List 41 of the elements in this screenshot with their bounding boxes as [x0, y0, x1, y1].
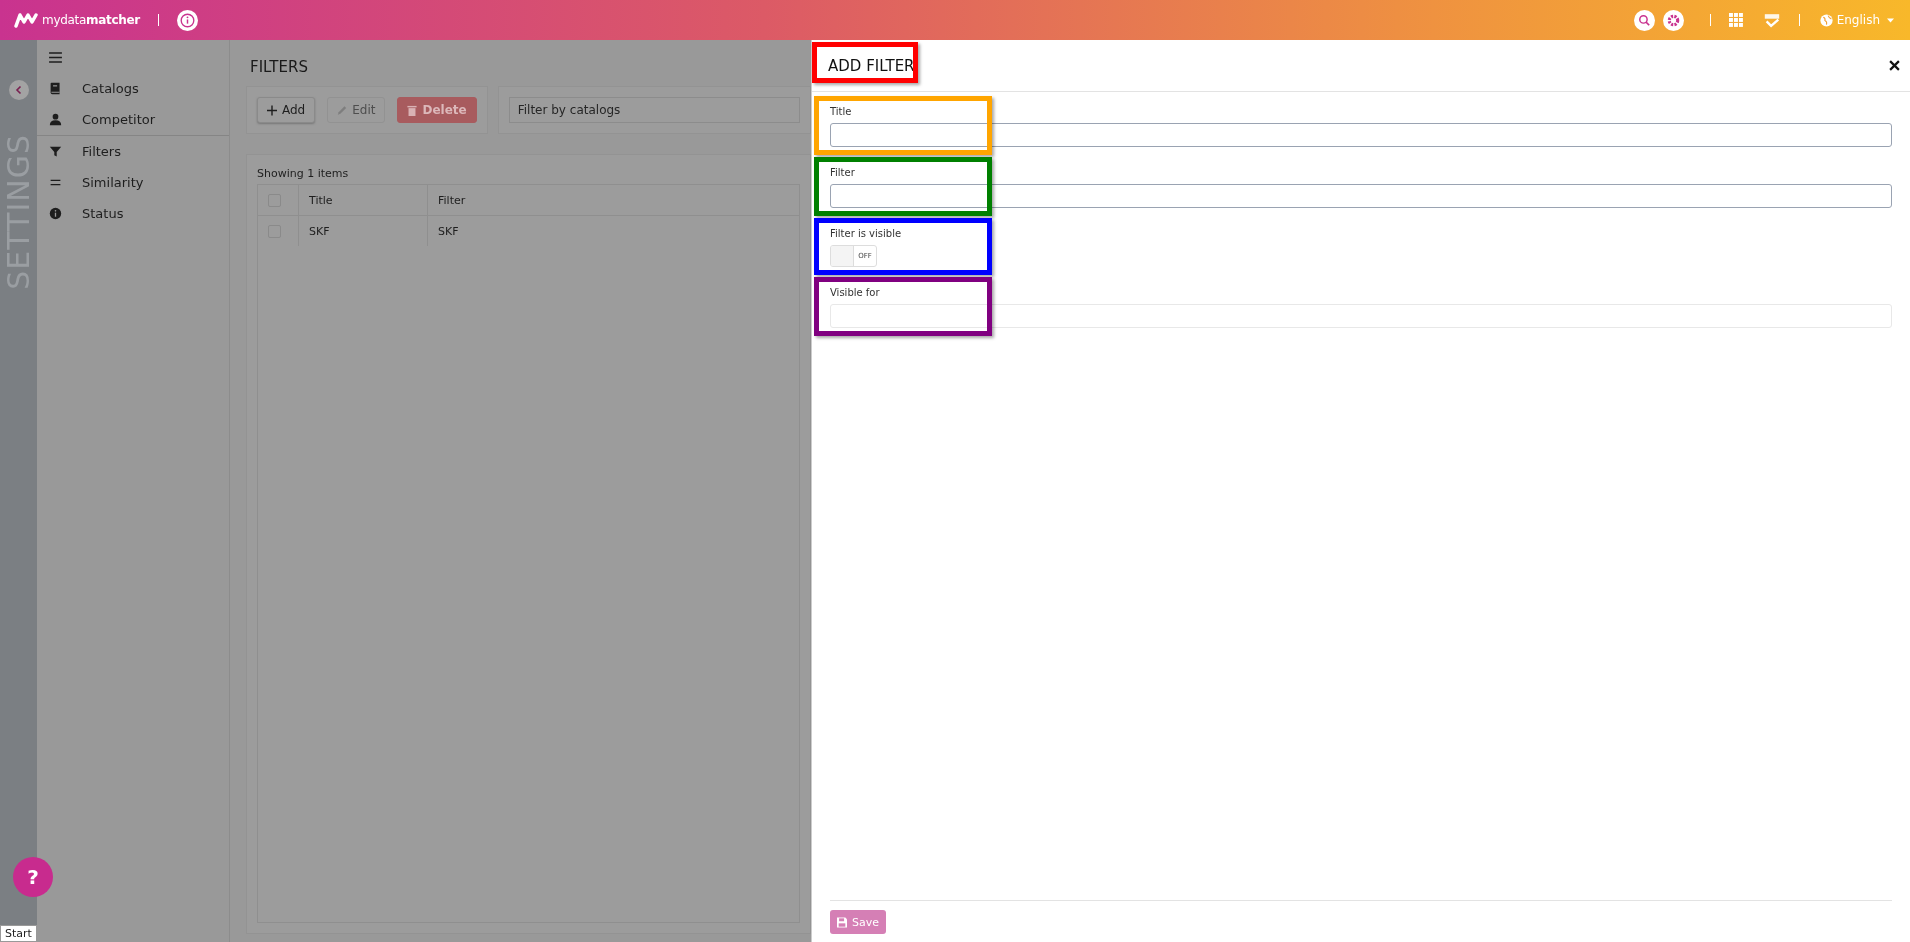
- tooltip: Start: [0, 925, 37, 942]
- field-label: Title: [830, 106, 853, 117]
- add-button[interactable]: Add: [257, 97, 316, 123]
- close-icon[interactable]: [1889, 60, 1900, 71]
- logo-text: mydatamatcher: [42, 13, 140, 27]
- sidebar-item[interactable]: Similarity: [37, 167, 229, 198]
- globe-icon: [1819, 13, 1833, 27]
- pencil-icon: [337, 104, 348, 116]
- info-icon[interactable]: [177, 9, 198, 31]
- search-icon[interactable]: [1633, 9, 1655, 31]
- logo-icon: [14, 12, 38, 28]
- text-field[interactable]: [830, 184, 1892, 208]
- field-label: Filter: [830, 167, 856, 178]
- info-icon: [49, 207, 62, 220]
- panel-title: ADD FILTER: [828, 56, 915, 75]
- select-field[interactable]: [830, 304, 1892, 328]
- sidebar-item[interactable]: Filters: [37, 135, 229, 167]
- grid-icon[interactable]: [1728, 13, 1743, 27]
- field-label: Visible for: [830, 287, 881, 298]
- plus-icon: [267, 104, 277, 116]
- catalog-filter-field[interactable]: Filter by catalogs: [508, 97, 800, 123]
- caret-icon: [1887, 17, 1894, 23]
- funnel-icon: [49, 145, 62, 158]
- table-cell-text: SKF: [437, 223, 460, 240]
- sidebar-item[interactable]: Catalogs: [37, 73, 229, 104]
- trash-icon: [407, 104, 418, 116]
- person-icon: [49, 113, 62, 126]
- sidebar-item[interactable]: Competitor: [37, 104, 229, 135]
- checkmark-badge-icon[interactable]: [1762, 12, 1781, 28]
- book-icon: [49, 82, 62, 95]
- column-header[interactable]: Title: [299, 185, 428, 215]
- back-icon[interactable]: [8, 80, 29, 100]
- page-title: FILTERS: [250, 58, 309, 76]
- menu-icon[interactable]: [49, 52, 62, 63]
- text-field[interactable]: [830, 123, 1892, 147]
- table-cell: SKF: [299, 216, 428, 246]
- items-count: Showing 1 items: [257, 167, 350, 180]
- field-label: Filter is visible: [830, 228, 903, 239]
- column-header[interactable]: Filter: [428, 185, 799, 215]
- settings-icon[interactable]: [1662, 9, 1684, 31]
- sidebar-item[interactable]: Status: [37, 198, 229, 229]
